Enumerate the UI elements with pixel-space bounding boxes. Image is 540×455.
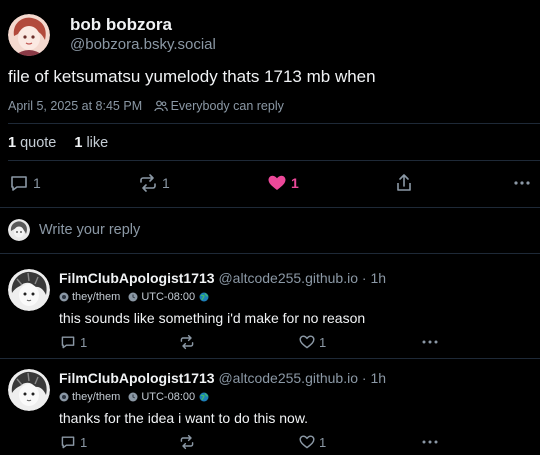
pronoun-tag: they/them	[59, 290, 120, 304]
repost-button[interactable]	[179, 433, 195, 451]
reply-count: 1	[80, 434, 88, 450]
clock-badge-icon	[128, 392, 141, 402]
reply-actions: 1 1	[0, 433, 540, 451]
divider	[8, 160, 540, 161]
repost-icon	[179, 434, 195, 450]
reply-icon	[60, 434, 76, 450]
more-button[interactable]	[513, 172, 531, 194]
like-button[interactable]: 1	[299, 333, 326, 351]
like-button[interactable]: 1	[299, 433, 326, 451]
reply-button[interactable]: 1	[60, 433, 87, 451]
badge-icon	[59, 392, 72, 402]
post-actions: 1 1 1	[0, 172, 540, 194]
reply-time: · 1h	[361, 370, 387, 386]
like-count-label: like	[86, 135, 109, 151]
reply-header: FilmClubApologist1713 @altcode255.github…	[59, 269, 386, 287]
reply-actions: 1 1	[0, 333, 540, 351]
author-avatar[interactable]	[8, 14, 50, 56]
reply-author-name[interactable]: FilmClubApologist1713	[59, 270, 215, 286]
pronoun-label: they/them	[72, 291, 121, 303]
like-button[interactable]: 1	[267, 172, 299, 194]
reply-avatar[interactable]	[8, 369, 50, 411]
reply-setting: Everybody can reply	[170, 99, 284, 113]
heart-filled-icon	[267, 173, 287, 193]
post-meta: April 5, 2025 at 8:45 PM Everybody can r…	[8, 98, 284, 114]
timezone-label: UTC-08:00	[141, 291, 196, 303]
reply-author-handle[interactable]: @altcode255.github.io	[218, 270, 358, 286]
reply-count: 1	[80, 334, 88, 350]
reply-item[interactable]: FilmClubApologist1713 @altcode255.github…	[0, 369, 540, 451]
like-count[interactable]: 1 like	[74, 134, 108, 152]
author-name[interactable]: bob bobzora	[70, 15, 216, 35]
divider	[0, 253, 540, 254]
divider	[0, 358, 540, 359]
badge-icon	[59, 292, 72, 302]
author-handle[interactable]: @bobzora.bsky.social	[70, 35, 216, 55]
people-icon	[153, 100, 171, 112]
post-timestamp[interactable]: April 5, 2025 at 8:45 PM	[8, 98, 142, 114]
pronoun-label: they/them	[72, 391, 121, 403]
more-icon	[421, 334, 439, 350]
current-user-avatar	[8, 219, 30, 241]
like-count: 1	[319, 434, 327, 450]
reply-avatar[interactable]	[8, 269, 50, 311]
like-count: 1	[319, 334, 327, 350]
reply-author-name[interactable]: FilmClubApologist1713	[59, 370, 215, 386]
reply-tags: they/them UTC-08:00	[59, 390, 220, 404]
divider	[0, 207, 540, 208]
reply-tags: they/them UTC-08:00	[59, 290, 220, 304]
more-icon	[513, 173, 531, 193]
post-stats: 1 quote 1 like	[8, 134, 126, 152]
reply-header: FilmClubApologist1713 @altcode255.github…	[59, 369, 386, 387]
heart-icon	[299, 334, 315, 350]
reply-button[interactable]: 1	[9, 172, 41, 194]
repost-count: 1	[162, 175, 170, 191]
like-count-value: 1	[74, 135, 83, 151]
reply-item[interactable]: FilmClubApologist1713 @altcode255.github…	[0, 269, 540, 351]
reply-text: this sounds like something i'd make for …	[59, 310, 366, 326]
reply-text: thanks for the idea i want to do this no…	[59, 410, 309, 426]
more-button[interactable]	[421, 333, 439, 351]
repost-icon	[138, 173, 158, 193]
timezone-label: UTC-08:00	[141, 391, 196, 403]
reply-count: 1	[33, 175, 41, 191]
divider	[8, 123, 540, 124]
globe-icon	[199, 292, 212, 302]
heart-icon	[299, 434, 315, 450]
reply-icon	[9, 173, 29, 193]
clock-badge-icon	[128, 292, 141, 302]
timezone-tag: UTC-08:00	[128, 390, 212, 404]
more-icon	[421, 434, 439, 450]
reply-button[interactable]: 1	[60, 333, 87, 351]
repost-button[interactable]: 1	[138, 172, 170, 194]
reply-icon	[60, 334, 76, 350]
quote-count-label: quote	[20, 135, 57, 151]
pronoun-tag: they/them	[59, 390, 120, 404]
share-button[interactable]	[395, 172, 413, 194]
quote-count[interactable]: 1 quote	[8, 134, 56, 152]
share-icon	[395, 173, 413, 193]
reply-time: · 1h	[361, 270, 387, 286]
globe-icon	[199, 392, 212, 402]
repost-icon	[179, 334, 195, 350]
reply-input-placeholder[interactable]: Write your reply	[39, 222, 140, 238]
main-post-header: bob bobzora @bobzora.bsky.social	[8, 14, 216, 56]
timezone-tag: UTC-08:00	[128, 290, 212, 304]
repost-button[interactable]	[179, 333, 195, 351]
post-text: file of ketsumatsu yumelody thats 1713 m…	[8, 67, 376, 86]
quote-count-value: 1	[8, 135, 17, 151]
reply-composer[interactable]: Write your reply	[8, 219, 140, 241]
reply-author-handle[interactable]: @altcode255.github.io	[218, 370, 358, 386]
more-button[interactable]	[421, 433, 439, 451]
like-count-action: 1	[291, 175, 299, 191]
